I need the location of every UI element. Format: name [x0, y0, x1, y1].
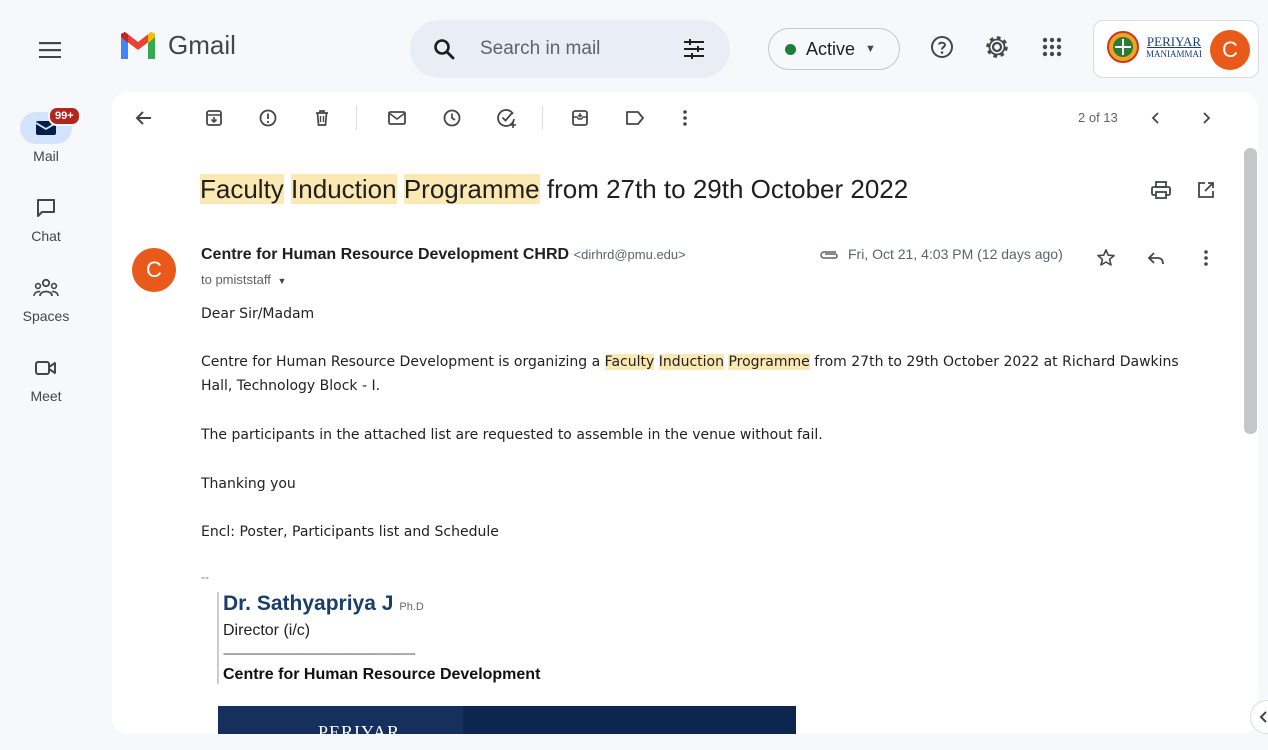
body-highlight-term: Faculty	[604, 354, 655, 370]
sender-avatar[interactable]: C	[132, 248, 176, 292]
body-enclosures: Encl: Poster, Participants list and Sche…	[201, 524, 499, 540]
meet-icon-container	[20, 352, 72, 384]
nav-item-spaces[interactable]: Spaces	[0, 272, 92, 324]
message-toolbar: 2 of 13	[112, 92, 1258, 144]
gmail-logo[interactable]: Gmail	[118, 30, 236, 61]
body-thanks: Thanking you	[201, 476, 296, 492]
status-selector[interactable]: Active ▼	[768, 28, 900, 70]
chevron-left-icon	[1259, 711, 1267, 723]
spaces-icon-container	[20, 272, 72, 304]
meet-video-icon	[35, 361, 56, 375]
subject-rest: from 27th to 29th October 2022	[546, 174, 909, 204]
top-bar: Gmail Active ▼ PERIYAR MANIAMMAI C	[0, 0, 1268, 96]
recipient-details[interactable]: to pmiststaff ▼	[201, 272, 286, 287]
account-avatar[interactable]: C	[1210, 30, 1250, 70]
signature-banner-image: PERIYAR	[218, 706, 796, 734]
scrollbar-thumb[interactable]	[1244, 148, 1257, 434]
subject-highlight-term: Faculty	[200, 174, 284, 204]
banner-text: PERIYAR	[318, 722, 401, 734]
nav-item-mail[interactable]: 99+ Mail	[0, 106, 92, 164]
newer-chevron-left-icon[interactable]	[1144, 106, 1168, 130]
archive-icon[interactable]	[202, 106, 226, 130]
help-icon[interactable]	[927, 32, 957, 62]
mark-unread-envelope-icon[interactable]	[385, 106, 409, 130]
body-paragraph-intro: Centre for Human Resource Development is…	[201, 350, 1211, 398]
report-spam-icon[interactable]	[256, 106, 280, 130]
search-icon[interactable]	[432, 37, 456, 66]
org-name-line1: PERIYAR	[1146, 33, 1202, 49]
email-signature: Dr. Sathyapriya J Ph.D Director (i/c) ---…	[217, 592, 817, 684]
email-subject: Faculty Induction Programme from 27th to…	[200, 174, 908, 205]
mail-icon-container: 99+	[20, 106, 81, 144]
print-icon[interactable]	[1149, 178, 1173, 202]
status-dot	[785, 43, 796, 55]
more-options-vertical-icon[interactable]	[673, 106, 697, 130]
pagination-count: 2 of 13	[1078, 110, 1118, 125]
message-date: Fri, Oct 21, 4:03 PM (12 days ago)	[848, 246, 1063, 262]
label-tag-icon[interactable]	[623, 106, 647, 130]
signature-name: Dr. Sathyapriya J	[223, 592, 394, 615]
left-nav-rail: 99+ Mail Chat Spaces Meet	[0, 96, 92, 750]
app-name: Gmail	[168, 30, 236, 60]
sender-name[interactable]: Centre for Human Resource Development CH…	[201, 246, 569, 263]
signature-role: Director (i/c)	[223, 622, 311, 639]
organization-logo: PERIYAR MANIAMMAI	[1106, 30, 1202, 64]
search-input[interactable]	[480, 34, 660, 64]
sender-info: Centre for Human Resource Development CH…	[201, 246, 686, 264]
nav-label-chat: Chat	[31, 228, 61, 244]
search-options-icon[interactable]	[682, 37, 706, 66]
older-chevron-right-icon[interactable]	[1194, 106, 1218, 130]
nav-label-mail: Mail	[33, 148, 59, 164]
body-paragraph-participants: The participants in the attached list ar…	[201, 427, 823, 443]
body-highlight-term: Induction	[658, 354, 724, 370]
apps-grid-icon[interactable]	[1037, 32, 1067, 62]
star-icon[interactable]	[1094, 246, 1118, 270]
nav-item-chat[interactable]: Chat	[0, 192, 92, 244]
message-meta: Fri, Oct 21, 4:03 PM (12 days ago)	[818, 246, 1063, 262]
body-greeting: Dear Sir/Madam	[201, 306, 315, 322]
message-more-options-icon[interactable]	[1194, 246, 1218, 270]
org-name-line2: MANIAMMAI	[1146, 48, 1202, 59]
intro-text: Centre for Human Resource Development is…	[201, 354, 601, 370]
spaces-people-icon	[33, 278, 59, 297]
signature-separator: --	[201, 570, 209, 584]
gmail-m-icon	[121, 31, 155, 59]
open-in-new-window-icon[interactable]	[1194, 178, 1218, 202]
search-bar[interactable]	[410, 20, 730, 78]
body-highlight-term: Programme	[728, 354, 810, 370]
toolbar-divider	[542, 106, 543, 130]
nav-item-meet[interactable]: Meet	[0, 352, 92, 404]
attachment-paperclip-icon	[820, 251, 838, 259]
dropdown-caret-icon: ▼	[865, 43, 876, 55]
status-label: Active	[806, 38, 856, 59]
sender-email: <dirhrd@pmu.edu>	[573, 247, 686, 262]
toolbar-divider	[356, 106, 357, 130]
back-arrow-icon[interactable]	[132, 106, 156, 130]
recipient-dropdown-icon[interactable]: ▼	[277, 276, 286, 286]
reply-arrow-icon[interactable]	[1144, 246, 1168, 270]
signature-name-line: Dr. Sathyapriya J Ph.D	[223, 592, 817, 616]
delete-trash-icon[interactable]	[310, 106, 334, 130]
signature-rule: ----------------------------------------…	[223, 646, 416, 660]
subject-highlight-term: Induction	[291, 174, 397, 204]
unread-count-badge: 99+	[48, 106, 81, 126]
main-menu-icon[interactable]	[36, 36, 64, 64]
add-task-icon[interactable]	[495, 106, 519, 130]
move-to-icon[interactable]	[568, 106, 592, 130]
recipient-label: to pmiststaff	[201, 272, 271, 287]
globe-emblem-icon	[1107, 31, 1139, 63]
chat-icon	[37, 199, 55, 217]
signature-degree: Ph.D	[399, 601, 424, 613]
nav-label-spaces: Spaces	[22, 308, 70, 324]
message-view: 2 of 13 Faculty Induction Programme from…	[112, 92, 1258, 734]
account-switcher[interactable]: PERIYAR MANIAMMAI C	[1093, 20, 1259, 78]
chat-icon-container	[20, 192, 72, 224]
settings-gear-icon[interactable]	[982, 32, 1012, 62]
snooze-clock-icon[interactable]	[440, 106, 464, 130]
subject-highlight-term: Programme	[403, 174, 540, 204]
signature-organization: Centre for Human Resource Development	[223, 666, 541, 683]
nav-label-meet: Meet	[30, 388, 62, 404]
banner-photo-area	[463, 706, 796, 734]
